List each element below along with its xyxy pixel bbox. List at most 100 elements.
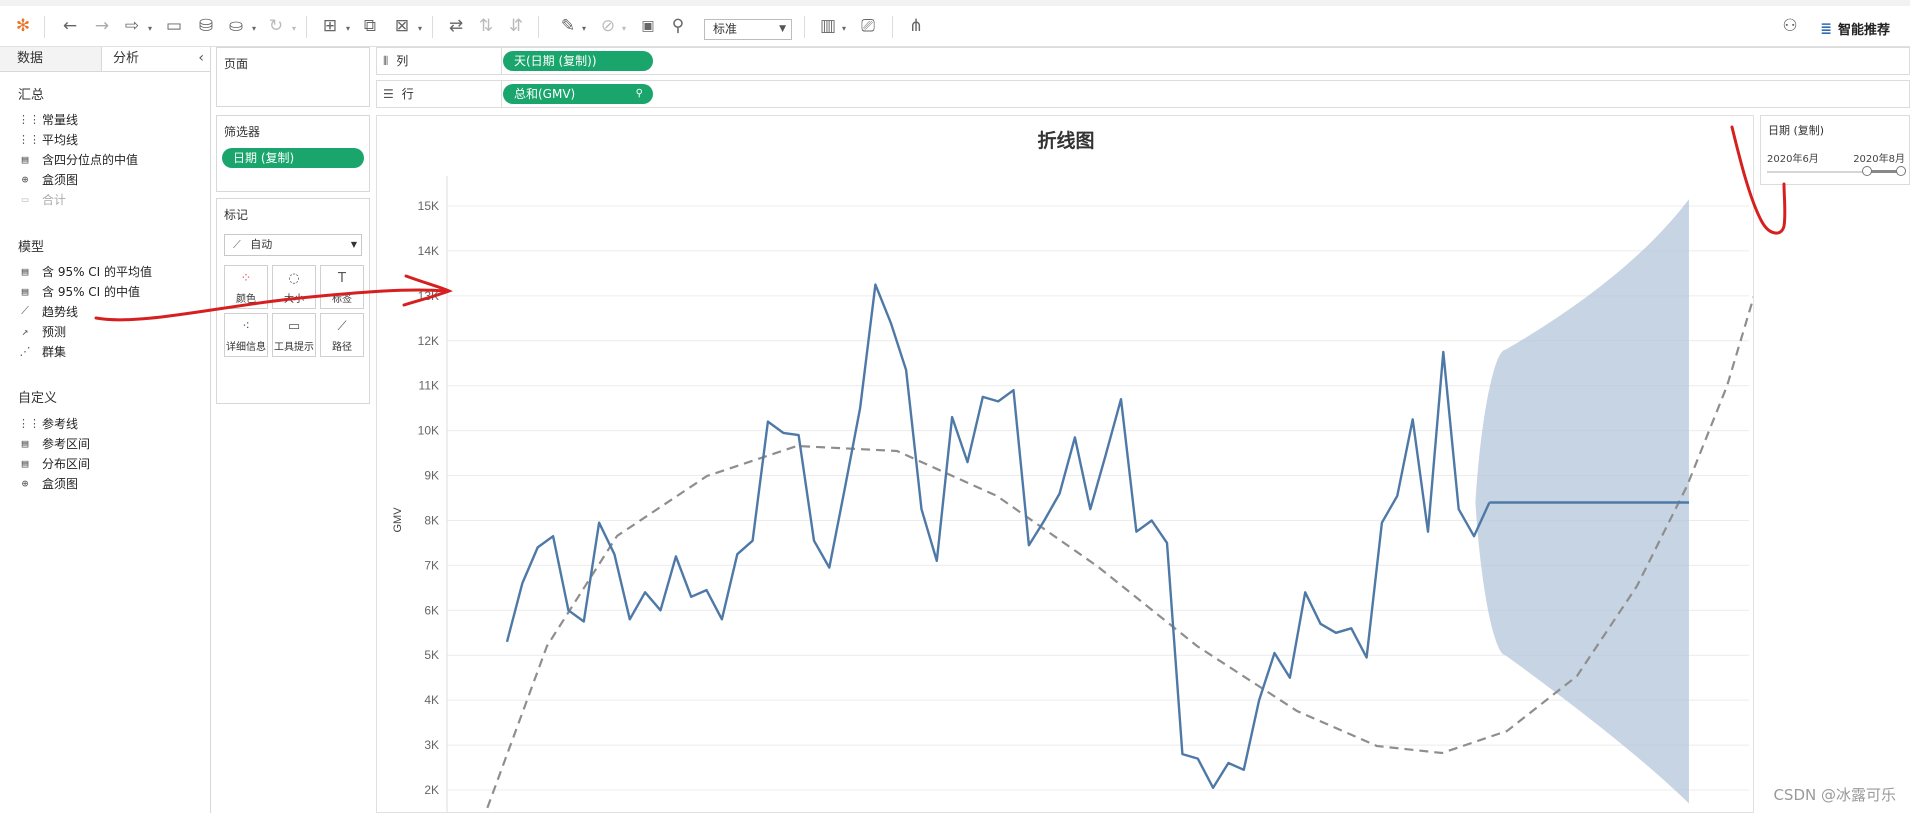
analytics-item[interactable]: ⊕ 盒须图: [18, 170, 78, 188]
redo-icon[interactable]: →: [90, 14, 114, 38]
new-sheet-caret-icon[interactable]: ▾: [346, 24, 350, 33]
pages-card-title: 页面: [224, 57, 249, 71]
tab-data[interactable]: 数据: [0, 47, 102, 71]
refresh-icon[interactable]: ↻: [264, 14, 288, 38]
tooltip-button[interactable]: ▭ 工具提示: [272, 313, 316, 357]
share-icon[interactable]: ⋔: [904, 14, 928, 38]
y-tick-label: 9K: [424, 469, 439, 483]
columns-shelf-label: ⦀ 列: [377, 48, 502, 74]
analytics-item[interactable]: ⟋ 趋势线: [18, 302, 78, 320]
detail-button[interactable]: ⁖ 详细信息: [224, 313, 268, 357]
median-ci-icon: ▤: [21, 284, 29, 298]
sort-ascending-icon[interactable]: ⇅: [474, 14, 498, 38]
clear-caret-icon[interactable]: ▾: [418, 24, 422, 33]
date-filter-title: 日期 (复制): [1768, 124, 1825, 137]
analytics-item[interactable]: ⋮⋮ 平均线: [18, 130, 78, 148]
toolbar-separator: [44, 16, 45, 38]
swap-axes-icon[interactable]: ⇄: [444, 14, 468, 38]
replay-caret-icon[interactable]: ▾: [148, 24, 152, 33]
columns-shelf[interactable]: ⦀ 列 天(日期 (复制)): [376, 47, 1910, 75]
analytics-item[interactable]: ▤ 参考区间: [18, 434, 90, 452]
marks-card-title: 标记: [224, 208, 249, 222]
forecast-indicator-icon: ⚲: [635, 88, 643, 99]
pause-caret-icon[interactable]: ▾: [252, 24, 256, 33]
analytics-item-label: 参考区间: [42, 436, 91, 451]
toolbar-separator: [432, 16, 433, 38]
analytics-item[interactable]: ▤ 含 95% CI 的平均值: [18, 262, 152, 280]
line-mark-icon: ⟋: [233, 238, 241, 251]
new-worksheet-icon[interactable]: ⊞: [318, 14, 342, 38]
y-tick-label: 6K: [424, 603, 439, 617]
save-icon[interactable]: ▭: [162, 14, 186, 38]
median-quartiles-icon: ▤: [21, 152, 29, 166]
rows-pill[interactable]: 总和(GMV) ⚲: [503, 84, 653, 104]
analytics-item[interactable]: ⋰ 群集: [18, 342, 67, 360]
analytics-item[interactable]: ▤ 含 95% CI 的中值: [18, 282, 140, 300]
totals-icon: ▭: [21, 192, 29, 206]
group-icon[interactable]: ⊘: [596, 14, 620, 38]
analytics-item-label: 合计: [42, 192, 67, 207]
pause-update-icon[interactable]: ⛀: [224, 14, 248, 38]
tab-analysis[interactable]: 分析: [103, 47, 193, 71]
show-me-icon: ≣: [1820, 20, 1832, 37]
chevron-down-icon: ▼: [350, 240, 357, 249]
binoculars-icon[interactable]: ⚇: [1778, 14, 1802, 38]
analytics-item-label: 群集: [42, 344, 67, 359]
highlight-icon[interactable]: ✎: [556, 14, 580, 38]
date-slider-end-handle[interactable]: [1896, 166, 1906, 176]
duplicate-sheet-icon[interactable]: ⧉: [358, 14, 382, 38]
collapse-pane-icon[interactable]: ‹: [198, 47, 204, 69]
analytics-item[interactable]: ⊕ 盒须图: [18, 474, 78, 492]
group-caret-icon[interactable]: ▾: [622, 24, 626, 33]
filters-card-title: 筛选器: [224, 125, 261, 139]
path-button[interactable]: ⟋ 路径: [320, 313, 364, 357]
rows-shelf[interactable]: ☰ 行 总和(GMV) ⚲: [376, 80, 1910, 108]
pin-axes-icon[interactable]: ⚲: [666, 14, 690, 38]
columns-pill[interactable]: 天(日期 (复制)): [503, 51, 653, 71]
clear-sheet-icon[interactable]: ⊠: [390, 14, 414, 38]
replay-icon[interactable]: ⇨: [120, 14, 144, 38]
y-tick-label: 10K: [418, 424, 439, 438]
sort-descending-icon[interactable]: ⇵: [504, 14, 528, 38]
tooltip-icon: ▭: [287, 319, 301, 334]
show-labels-icon[interactable]: ▣: [636, 14, 660, 38]
date-filter-card[interactable]: 日期 (复制) 2020年6月 2020年8月: [1760, 115, 1910, 185]
tableau-logo-icon[interactable]: ✻: [12, 14, 34, 38]
section-summary-title: 汇总: [18, 88, 45, 103]
mark-type-select[interactable]: ⟋ 自动 ▼: [224, 234, 362, 256]
y-tick-label: 13K: [418, 289, 439, 303]
show-me-button[interactable]: ≣ 智能推荐: [1820, 19, 1890, 39]
analytics-item-label: 含四分位点的中值: [42, 152, 139, 167]
undo-icon[interactable]: ←: [58, 14, 82, 38]
label-button[interactable]: T 标签: [320, 265, 364, 309]
analytics-item[interactable]: ▤ 含四分位点的中值: [18, 150, 138, 168]
analytics-item-label: 常量线: [42, 112, 79, 127]
show-cards-caret-icon[interactable]: ▾: [842, 24, 846, 33]
presentation-mode-icon[interactable]: ⎚: [856, 14, 880, 38]
gmv-series-line: [505, 283, 1491, 789]
columns-label-text: 列: [396, 54, 409, 68]
analytics-item-label: 盒须图: [42, 476, 79, 491]
refresh-caret-icon[interactable]: ▾: [292, 24, 296, 33]
pages-card[interactable]: 页面: [216, 47, 370, 107]
path-icon: ⟋: [337, 319, 347, 334]
analytics-item[interactable]: ↗ 预测: [18, 322, 66, 340]
filters-card[interactable]: 筛选器 日期 (复制): [216, 115, 370, 192]
new-datasource-icon[interactable]: ⛁: [194, 14, 218, 38]
show-cards-icon[interactable]: ▥: [816, 14, 840, 38]
date-slider-start-handle[interactable]: [1862, 166, 1872, 176]
left-pane: 数据 分析 ‹ 汇总 ⋮⋮ 常量线 ⋮⋮ 平均线 ▤ 含四分位点的中值 ⊕ 盒须图 ▭ 合…: [0, 47, 211, 813]
viz-area[interactable]: 折线图 2K 3K 4K 5K 6K 7K 8K 9K 10K 11K 12K 13K 14K 15K G…: [376, 115, 1754, 813]
size-button[interactable]: ◌ 大小: [272, 265, 316, 309]
line-chart[interactable]: 2K 3K 4K 5K 6K 7K 8K 9K 10K 11K 12K 13K 14K 15K GMV: [377, 116, 1754, 813]
size-label: 大小: [284, 294, 304, 305]
analytics-item[interactable]: ⋮⋮ 参考线: [18, 414, 78, 432]
analytics-item[interactable]: ▤ 分布区间: [18, 454, 90, 472]
highlight-caret-icon[interactable]: ▾: [582, 24, 586, 33]
filter-pill[interactable]: 日期 (复制): [222, 148, 364, 168]
color-button[interactable]: ⁘ 颜色: [224, 265, 268, 309]
analytics-item[interactable]: ⋮⋮ 常量线: [18, 110, 78, 128]
section-custom-title: 自定义: [18, 391, 58, 406]
fit-select[interactable]: 标准 ▼: [704, 19, 792, 40]
rows-icon: ☰: [383, 87, 394, 101]
